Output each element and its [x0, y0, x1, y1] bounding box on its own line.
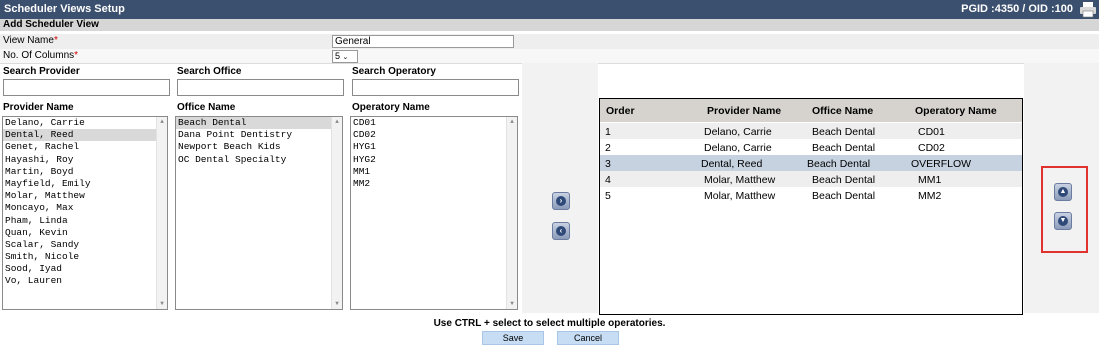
scroll-down-icon[interactable]: ▼ [332, 299, 342, 309]
list-item[interactable]: Beach Dental [176, 117, 342, 130]
columns-row: No. Of Columns* [0, 49, 1099, 64]
view-name-row: View Name* [0, 34, 1099, 49]
operatory-scrollbar[interactable]: ▲ ▼ [506, 117, 517, 309]
order-grid: Order Provider Name Office Name Operator… [599, 98, 1023, 315]
list-item[interactable]: CD02 [351, 129, 517, 141]
grid-header-operatory: Operatory Name [915, 105, 997, 117]
list-item[interactable]: Molar, Matthew [3, 190, 167, 202]
search-office-label: Search Office [177, 66, 242, 77]
list-item[interactable]: Moncayo, Max [3, 202, 167, 214]
table-row[interactable]: 1 Delano, Carrie Beach Dental CD01 [600, 123, 1022, 139]
scroll-up-icon[interactable]: ▲ [157, 117, 167, 127]
list-item[interactable]: HYG1 [351, 141, 517, 153]
section-title: Add Scheduler View [3, 19, 99, 30]
printer-icon[interactable] [1079, 1, 1097, 18]
add-selected-button[interactable]: › [552, 192, 570, 210]
provider-list-header: Provider Name [3, 102, 74, 113]
list-item[interactable]: MM2 [351, 178, 517, 190]
title-bar: Scheduler Views Setup PGID :4350 / OID :… [0, 0, 1099, 19]
grid-header-office: Office Name [812, 105, 874, 117]
save-button[interactable]: Save [482, 331, 544, 345]
list-item[interactable]: Delano, Carrie [3, 117, 167, 129]
search-provider-input[interactable] [3, 79, 170, 96]
list-item[interactable]: Hayashi, Roy [3, 154, 167, 166]
chevron-right-icon: › [556, 196, 566, 206]
remove-selected-button[interactable]: ‹ [552, 222, 570, 240]
chevron-down-icon: ⌄ [342, 54, 349, 61]
table-row[interactable]: 5 Molar, Matthew Beach Dental MM2 [600, 187, 1022, 203]
list-item[interactable]: Vo, Lauren [3, 275, 167, 287]
multi-select-hint: Use CTRL + select to select multiple ope… [433, 318, 666, 329]
search-operatory-label: Search Operatory [352, 66, 436, 77]
view-name-input[interactable]: General [332, 35, 514, 48]
office-list-header: Office Name [177, 102, 236, 113]
table-row[interactable]: 3 Dental, Reed Beach Dental OVERFLOW [600, 155, 1022, 171]
move-up-button[interactable]: ▲ [1054, 183, 1072, 201]
provider-listbox[interactable]: Delano, Carrie Dental, Reed Genet, Rache… [2, 116, 168, 310]
chevron-up-icon: ▲ [1058, 187, 1068, 197]
reorder-highlight-box [1041, 166, 1088, 253]
columns-label: No. Of Columns* [3, 50, 79, 61]
table-row[interactable]: 4 Molar, Matthew Beach Dental MM1 [600, 171, 1022, 187]
list-item[interactable]: Dental, Reed [3, 129, 167, 142]
table-row[interactable]: 2 Delano, Carrie Beach Dental CD02 [600, 139, 1022, 155]
chevron-down-icon: ▼ [1058, 216, 1068, 226]
list-item[interactable]: Smith, Nicole [3, 251, 167, 263]
section-header: Add Scheduler View [0, 19, 1099, 31]
office-listbox[interactable]: Beach Dental Dana Point Dentistry Newpor… [175, 116, 343, 310]
view-name-label: View Name* [3, 35, 58, 46]
grid-header-order: Order [606, 105, 635, 117]
provider-scrollbar[interactable]: ▲ ▼ [156, 117, 167, 309]
list-item[interactable]: Sood, Iyad [3, 263, 167, 275]
search-office-input[interactable] [177, 79, 344, 96]
cancel-button[interactable]: Cancel [557, 331, 619, 345]
search-operatory-input[interactable] [352, 79, 519, 96]
scroll-down-icon[interactable]: ▼ [157, 299, 167, 309]
list-item[interactable]: CD01 [351, 117, 517, 129]
page-title: Scheduler Views Setup [4, 3, 125, 15]
list-item[interactable]: Genet, Rachel [3, 141, 167, 153]
list-item[interactable]: Pham, Linda [3, 215, 167, 227]
list-item[interactable]: OC Dental Specialty [176, 154, 342, 166]
scroll-up-icon[interactable]: ▲ [507, 117, 517, 127]
list-item[interactable]: Martin, Boyd [3, 166, 167, 178]
list-item[interactable]: Mayfield, Emily [3, 178, 167, 190]
operatory-listbox[interactable]: CD01 CD02 HYG1 HYG2 MM1 MM2 ▲ ▼ [350, 116, 518, 310]
list-item[interactable]: HYG2 [351, 154, 517, 166]
list-item[interactable]: Scalar, Sandy [3, 239, 167, 251]
search-provider-label: Search Provider [3, 66, 80, 77]
list-item[interactable]: Newport Beach Kids [176, 141, 342, 153]
scroll-down-icon[interactable]: ▼ [507, 299, 517, 309]
list-item[interactable]: Dana Point Dentistry [176, 129, 342, 141]
move-down-button[interactable]: ▼ [1054, 212, 1072, 230]
operatory-list-header: Operatory Name [352, 102, 430, 113]
scroll-up-icon[interactable]: ▲ [332, 117, 342, 127]
chevron-left-icon: ‹ [556, 226, 566, 236]
list-item[interactable]: Quan, Kevin [3, 227, 167, 239]
office-scrollbar[interactable]: ▲ ▼ [331, 117, 342, 309]
columns-select[interactable]: 5 ⌄ [332, 50, 358, 63]
grid-header-provider: Provider Name [707, 105, 782, 117]
list-item[interactable]: MM1 [351, 166, 517, 178]
grid-header: Order Provider Name Office Name Operator… [600, 99, 1022, 122]
page-ids: PGID :4350 / OID :100 [961, 3, 1073, 15]
